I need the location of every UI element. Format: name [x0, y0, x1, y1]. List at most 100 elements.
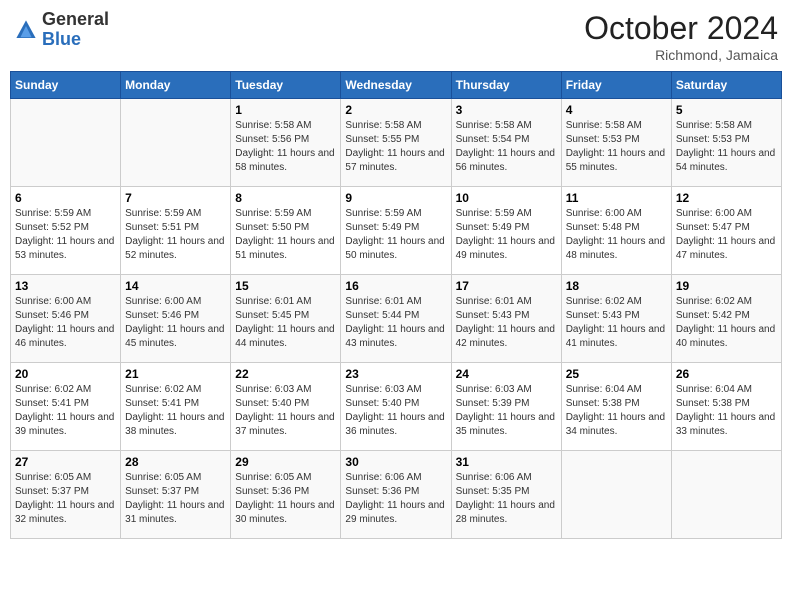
calendar-cell	[11, 99, 121, 187]
day-number: 25	[566, 367, 667, 381]
calendar-cell: 2Sunrise: 5:58 AMSunset: 5:55 PMDaylight…	[341, 99, 451, 187]
day-info: Sunrise: 6:02 AMSunset: 5:43 PMDaylight:…	[566, 295, 667, 351]
calendar-cell: 9Sunrise: 5:59 AMSunset: 5:49 PMDaylight…	[341, 187, 451, 275]
calendar-cell	[121, 99, 231, 187]
day-info: Sunrise: 6:00 AMSunset: 5:46 PMDaylight:…	[125, 295, 226, 351]
day-number: 11	[566, 191, 667, 205]
day-info: Sunrise: 6:01 AMSunset: 5:45 PMDaylight:…	[235, 295, 336, 351]
calendar-cell: 30 Sunrise: 6:06 AMSunset: 5:36 PMDayligh…	[341, 451, 451, 539]
logo-icon	[14, 18, 38, 42]
calendar-cell: 1 Sunrise: 5:58 AMSunset: 5:56 PMDaylight…	[231, 99, 341, 187]
day-number: 1	[235, 103, 336, 117]
day-number: 3	[456, 103, 557, 117]
calendar-cell: 17Sunrise: 6:01 AMSunset: 5:43 PMDayligh…	[451, 275, 561, 363]
day-number: 19	[676, 279, 777, 293]
day-info: Sunrise: 5:58 AMSunset: 5:54 PMDaylight:…	[456, 119, 557, 175]
calendar-cell: 12Sunrise: 6:00 AMSunset: 5:47 PMDayligh…	[671, 187, 781, 275]
calendar-cell: 21Sunrise: 6:02 AMSunset: 5:41 PMDayligh…	[121, 363, 231, 451]
week-row-2: 6 Sunrise: 5:59 AMSunset: 5:52 PMDaylight…	[11, 187, 782, 275]
day-number: 7	[125, 191, 226, 205]
calendar-cell: 29 Sunrise: 6:05 AMSunset: 5:36 PMDayligh…	[231, 451, 341, 539]
day-number: 9	[345, 191, 446, 205]
day-number: 13	[15, 279, 116, 293]
day-info: Sunrise: 6:04 AMSunset: 5:38 PMDaylight:…	[566, 383, 667, 439]
calendar-cell: 6 Sunrise: 5:59 AMSunset: 5:52 PMDaylight…	[11, 187, 121, 275]
logo-text: General Blue	[42, 10, 109, 50]
calendar-header: SundayMondayTuesdayWednesdayThursdayFrid…	[11, 72, 782, 99]
calendar-cell: 13 Sunrise: 6:00 AMSunset: 5:46 PMDayligh…	[11, 275, 121, 363]
day-number: 16	[345, 279, 446, 293]
day-info: Sunrise: 6:00 AMSunset: 5:48 PMDaylight:…	[566, 207, 667, 263]
month-title: October 2024	[584, 10, 778, 47]
calendar-cell: 5 Sunrise: 5:58 AMSunset: 5:53 PMDaylight…	[671, 99, 781, 187]
column-header-monday: Monday	[121, 72, 231, 99]
day-number: 8	[235, 191, 336, 205]
calendar-cell: 20 Sunrise: 6:02 AMSunset: 5:41 PMDayligh…	[11, 363, 121, 451]
logo-general: General	[42, 9, 109, 29]
day-info: Sunrise: 6:00 AMSunset: 5:46 PMDaylight:…	[15, 295, 116, 351]
day-info: Sunrise: 6:03 AMSunset: 5:40 PMDaylight:…	[345, 383, 446, 439]
calendar-cell: 26 Sunrise: 6:04 AMSunset: 5:38 PMDayligh…	[671, 363, 781, 451]
day-info: Sunrise: 5:59 AMSunset: 5:49 PMDaylight:…	[456, 207, 557, 263]
calendar-cell: 11 Sunrise: 6:00 AMSunset: 5:48 PMDayligh…	[561, 187, 671, 275]
week-row-4: 20 Sunrise: 6:02 AMSunset: 5:41 PMDayligh…	[11, 363, 782, 451]
day-number: 30	[345, 455, 446, 469]
calendar-cell: 3 Sunrise: 5:58 AMSunset: 5:54 PMDaylight…	[451, 99, 561, 187]
day-number: 5	[676, 103, 777, 117]
day-number: 2	[345, 103, 446, 117]
day-number: 28	[125, 455, 226, 469]
day-info: Sunrise: 5:59 AMSunset: 5:50 PMDaylight:…	[235, 207, 336, 263]
column-header-friday: Friday	[561, 72, 671, 99]
day-number: 31	[456, 455, 557, 469]
week-row-3: 13 Sunrise: 6:00 AMSunset: 5:46 PMDayligh…	[11, 275, 782, 363]
page-header: General Blue October 2024 Richmond, Jama…	[10, 10, 782, 63]
day-number: 18	[566, 279, 667, 293]
day-info: Sunrise: 5:59 AMSunset: 5:51 PMDaylight:…	[125, 207, 226, 263]
calendar-cell: 28 Sunrise: 6:05 AMSunset: 5:37 PMDayligh…	[121, 451, 231, 539]
day-info: Sunrise: 6:03 AMSunset: 5:39 PMDaylight:…	[456, 383, 557, 439]
day-info: Sunrise: 6:05 AMSunset: 5:37 PMDaylight:…	[15, 471, 116, 527]
day-info: Sunrise: 6:02 AMSunset: 5:42 PMDaylight:…	[676, 295, 777, 351]
day-number: 10	[456, 191, 557, 205]
day-number: 6	[15, 191, 116, 205]
day-number: 24	[456, 367, 557, 381]
calendar-cell: 15Sunrise: 6:01 AMSunset: 5:45 PMDayligh…	[231, 275, 341, 363]
day-number: 29	[235, 455, 336, 469]
day-info: Sunrise: 6:01 AMSunset: 5:43 PMDaylight:…	[456, 295, 557, 351]
calendar-cell: 22 Sunrise: 6:03 AMSunset: 5:40 PMDayligh…	[231, 363, 341, 451]
week-row-1: 1 Sunrise: 5:58 AMSunset: 5:56 PMDaylight…	[11, 99, 782, 187]
calendar-table: SundayMondayTuesdayWednesdayThursdayFrid…	[10, 71, 782, 539]
logo: General Blue	[14, 10, 109, 50]
day-info: Sunrise: 6:06 AMSunset: 5:36 PMDaylight:…	[345, 471, 446, 527]
day-number: 4	[566, 103, 667, 117]
calendar-cell: 16Sunrise: 6:01 AMSunset: 5:44 PMDayligh…	[341, 275, 451, 363]
calendar-cell: 25 Sunrise: 6:04 AMSunset: 5:38 PMDayligh…	[561, 363, 671, 451]
calendar-cell: 24 Sunrise: 6:03 AMSunset: 5:39 PMDayligh…	[451, 363, 561, 451]
column-header-sunday: Sunday	[11, 72, 121, 99]
day-number: 26	[676, 367, 777, 381]
day-number: 20	[15, 367, 116, 381]
day-number: 22	[235, 367, 336, 381]
calendar-cell: 10 Sunrise: 5:59 AMSunset: 5:49 PMDayligh…	[451, 187, 561, 275]
column-header-wednesday: Wednesday	[341, 72, 451, 99]
day-number: 23	[345, 367, 446, 381]
day-number: 12	[676, 191, 777, 205]
calendar-cell: 18 Sunrise: 6:02 AMSunset: 5:43 PMDayligh…	[561, 275, 671, 363]
day-info: Sunrise: 5:59 AMSunset: 5:52 PMDaylight:…	[15, 207, 116, 263]
day-number: 21	[125, 367, 226, 381]
day-info: Sunrise: 6:05 AMSunset: 5:37 PMDaylight:…	[125, 471, 226, 527]
calendar-cell: 7 Sunrise: 5:59 AMSunset: 5:51 PMDaylight…	[121, 187, 231, 275]
day-info: Sunrise: 5:58 AMSunset: 5:53 PMDaylight:…	[676, 119, 777, 175]
calendar-cell: 4Sunrise: 5:58 AMSunset: 5:53 PMDaylight…	[561, 99, 671, 187]
calendar-cell: 8 Sunrise: 5:59 AMSunset: 5:50 PMDaylight…	[231, 187, 341, 275]
column-header-saturday: Saturday	[671, 72, 781, 99]
calendar-body: 1 Sunrise: 5:58 AMSunset: 5:56 PMDaylight…	[11, 99, 782, 539]
header-row: SundayMondayTuesdayWednesdayThursdayFrid…	[11, 72, 782, 99]
day-info: Sunrise: 6:03 AMSunset: 5:40 PMDaylight:…	[235, 383, 336, 439]
day-info: Sunrise: 6:02 AMSunset: 5:41 PMDaylight:…	[15, 383, 116, 439]
day-info: Sunrise: 6:06 AMSunset: 5:35 PMDaylight:…	[456, 471, 557, 527]
day-info: Sunrise: 6:04 AMSunset: 5:38 PMDaylight:…	[676, 383, 777, 439]
column-header-tuesday: Tuesday	[231, 72, 341, 99]
day-info: Sunrise: 5:58 AMSunset: 5:56 PMDaylight:…	[235, 119, 336, 175]
day-info: Sunrise: 6:05 AMSunset: 5:36 PMDaylight:…	[235, 471, 336, 527]
